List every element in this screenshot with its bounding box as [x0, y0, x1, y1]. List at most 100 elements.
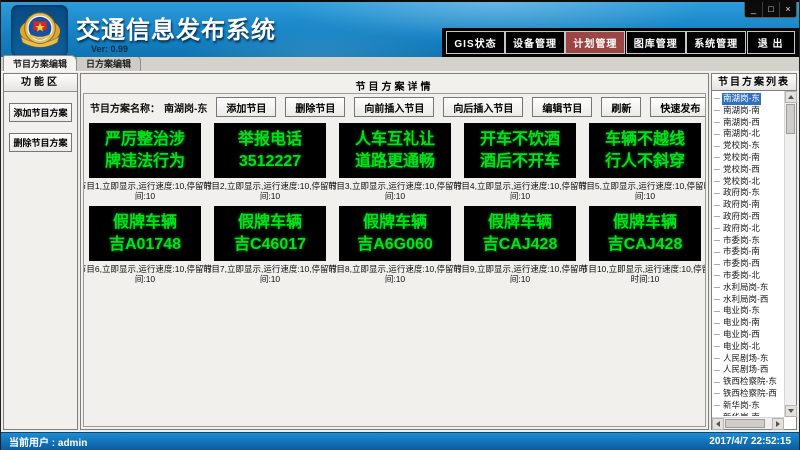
- plan-name: 节目方案名称：南湖岗-东: [90, 100, 207, 115]
- led-display-3[interactable]: 人车互礼让道路更通畅: [339, 123, 451, 178]
- plan-list: 南湖岗-东南湖岗-南南湖岗-西南湖岗-北党校岗-东党校岗-南党校岗-西党校岗-北…: [713, 93, 783, 416]
- led-text-line1: 严厉整治涉: [105, 129, 185, 150]
- plan-listbox: 南湖岗-东南湖岗-南南湖岗-西南湖岗-北党校岗-东党校岗-南党校岗-西党校岗-北…: [711, 91, 797, 430]
- led-display-4[interactable]: 开车不饮酒酒后不开车: [464, 123, 576, 178]
- plan-list-item-label: 电业岗-北: [722, 341, 761, 353]
- led-display-2[interactable]: 举报电话3512227: [214, 123, 326, 178]
- close-button[interactable]: ×: [779, 2, 796, 17]
- function-panel-buttons: 添加节目方案删除节目方案: [4, 103, 77, 152]
- vertical-scrollbar[interactable]: [784, 91, 796, 417]
- quick-publish-button[interactable]: 快速发布: [650, 97, 706, 117]
- plan-list-item[interactable]: 党校岗-东: [713, 140, 783, 152]
- led-display-9[interactable]: 假牌车辆吉CAJ428: [464, 206, 576, 261]
- scroll-left-button[interactable]: [712, 418, 724, 430]
- minimize-button[interactable]: _: [745, 2, 762, 17]
- refresh-button[interactable]: 刷新: [601, 97, 641, 117]
- led-display-10[interactable]: 假牌车辆吉CAJ428: [589, 206, 701, 261]
- led-display-8[interactable]: 假牌车辆吉A6G060: [339, 206, 451, 261]
- program-caption: 节目8,立即显示,运行速度:10,停留时间:10: [326, 264, 464, 284]
- delete-program-plan-button[interactable]: 删除节目方案: [9, 133, 72, 152]
- scroll-down-button[interactable]: [785, 405, 797, 417]
- led-text-line2: 吉A01748: [109, 234, 181, 255]
- plan-detail-title: 节目方案详情: [81, 74, 708, 95]
- plan-list-item-label: 党校岗-东: [722, 140, 761, 152]
- plan-list-item[interactable]: 党校岗-南: [713, 152, 783, 164]
- led-display-6[interactable]: 假牌车辆吉A01748: [89, 206, 201, 261]
- plan-list-item[interactable]: 电业岗-北: [713, 341, 783, 353]
- horizontal-scrollbar[interactable]: [712, 417, 784, 429]
- scroll-up-button[interactable]: [785, 91, 797, 103]
- nav-plan-management[interactable]: 计划管理: [565, 31, 625, 54]
- led-display-1[interactable]: 严厉整治涉牌违法行为: [89, 123, 201, 178]
- plan-list-item[interactable]: 水利局岗-东: [713, 282, 783, 294]
- nav-gis-status[interactable]: GIS状态: [446, 31, 504, 54]
- plan-list-item[interactable]: 人民剧场-西: [713, 364, 783, 376]
- plan-list-item[interactable]: 市委岗-东: [713, 235, 783, 247]
- plan-list-item[interactable]: 南湖岗-南: [713, 105, 783, 117]
- nav-system-management[interactable]: 系统管理: [686, 31, 746, 54]
- plan-list-item[interactable]: 电业岗-南: [713, 317, 783, 329]
- plan-list-item[interactable]: 南湖岗-东: [713, 93, 783, 105]
- plan-toolbar: 节目方案名称：南湖岗-东 添加节目删除节目向前插入节目向后插入节目编辑节目刷新快…: [84, 94, 705, 120]
- main-nav: GIS状态设备管理计划管理图库管理系统管理退 出: [442, 28, 799, 57]
- plan-list-item[interactable]: 新华岗-东: [713, 400, 783, 412]
- delete-program-button[interactable]: 删除节目: [285, 97, 345, 117]
- plan-list-item-label: 南湖岗-东: [722, 93, 761, 105]
- plan-list-item[interactable]: 党校岗-西: [713, 164, 783, 176]
- plan-list-item[interactable]: 市委岗-南: [713, 246, 783, 258]
- nav-gallery-management[interactable]: 图库管理: [626, 31, 686, 54]
- insert-before-button[interactable]: 向前插入节目: [354, 97, 434, 117]
- plan-list-item[interactable]: 市委岗-北: [713, 270, 783, 282]
- plan-list-item[interactable]: 电业岗-西: [713, 329, 783, 341]
- plan-list-item[interactable]: 党校岗-北: [713, 176, 783, 188]
- led-display-7[interactable]: 假牌车辆吉C46017: [214, 206, 326, 261]
- plan-list-item[interactable]: 政府岗-北: [713, 223, 783, 235]
- horizontal-scroll-thumb[interactable]: [725, 419, 765, 428]
- plan-list-item[interactable]: 新华岗-南: [713, 412, 783, 416]
- plan-list-item-label: 党校岗-南: [722, 152, 761, 164]
- plan-list-item-label: 市委岗-东: [722, 235, 761, 247]
- nav-device-management[interactable]: 设备管理: [505, 31, 565, 54]
- led-text-line1: 假牌车辆: [238, 212, 302, 233]
- led-text-line2: 牌违法行为: [105, 151, 185, 172]
- add-program-plan-button[interactable]: 添加节目方案: [9, 103, 72, 122]
- tab-bar: 节目方案编辑日方案编辑: [1, 57, 799, 72]
- program-cell-9: 假牌车辆吉CAJ428节目9,立即显示,运行速度:10,停留时间:10: [464, 206, 576, 284]
- plan-list-item-label: 水利局岗-东: [722, 282, 769, 294]
- titlebar: 交通信息发布系统 Ver: 0.99 _ □ × GIS状态设备管理计划管理图库…: [1, 0, 799, 57]
- plan-list-item[interactable]: 政府岗-南: [713, 199, 783, 211]
- vertical-scroll-thumb[interactable]: [786, 104, 795, 134]
- program-caption: 节目2,立即显示,运行速度:10,停留时间:10: [201, 181, 339, 201]
- plan-list-item[interactable]: 水利局岗-西: [713, 294, 783, 306]
- current-user-label: 当前用户 :: [9, 438, 55, 449]
- plan-list-item[interactable]: 市委岗-西: [713, 258, 783, 270]
- tab-day-plan-edit[interactable]: 日方案编辑: [76, 55, 141, 71]
- program-caption: 节目9,立即显示,运行速度:10,停留时间:10: [451, 264, 589, 284]
- plan-list-item[interactable]: 铁西检察院-东: [713, 376, 783, 388]
- plan-list-item-label: 电业岗-南: [722, 317, 761, 329]
- plan-list-item-label: 党校岗-北: [722, 176, 761, 188]
- insert-after-button[interactable]: 向后插入节目: [443, 97, 523, 117]
- plan-list-item-label: 政府岗-西: [722, 211, 761, 223]
- content-area: 功能区 添加节目方案删除节目方案 节目方案详情 节目方案名称：南湖岗-东 添加节…: [1, 72, 799, 432]
- plan-list-item[interactable]: 铁西检察院-西: [713, 388, 783, 400]
- maximize-button[interactable]: □: [762, 2, 779, 17]
- plan-list-item[interactable]: 政府岗-东: [713, 187, 783, 199]
- edit-program-button[interactable]: 编辑节目: [532, 97, 592, 117]
- plan-list-item[interactable]: 南湖岗-西: [713, 117, 783, 129]
- tab-program-plan-edit[interactable]: 节目方案编辑: [3, 55, 77, 71]
- function-panel: 功能区 添加节目方案删除节目方案: [3, 73, 78, 430]
- nav-exit-button[interactable]: 退 出: [747, 31, 795, 54]
- plan-list-item[interactable]: 政府岗-西: [713, 211, 783, 223]
- led-text-line1: 假牌车辆: [488, 212, 552, 233]
- arrow-left-icon: [716, 421, 720, 427]
- plan-list-item-label: 南湖岗-西: [722, 117, 761, 129]
- program-caption: 节目10,立即显示,运行速度:10,停留时间:10: [576, 264, 706, 284]
- add-program-button[interactable]: 添加节目: [216, 97, 276, 117]
- plan-list-item-label: 水利局岗-西: [722, 294, 769, 306]
- plan-list-item[interactable]: 南湖岗-北: [713, 128, 783, 140]
- scroll-right-button[interactable]: [772, 418, 784, 430]
- led-display-5[interactable]: 车辆不越线行人不斜穿: [589, 123, 701, 178]
- plan-list-item[interactable]: 人民剧场-东: [713, 353, 783, 365]
- plan-list-item[interactable]: 电业岗-东: [713, 305, 783, 317]
